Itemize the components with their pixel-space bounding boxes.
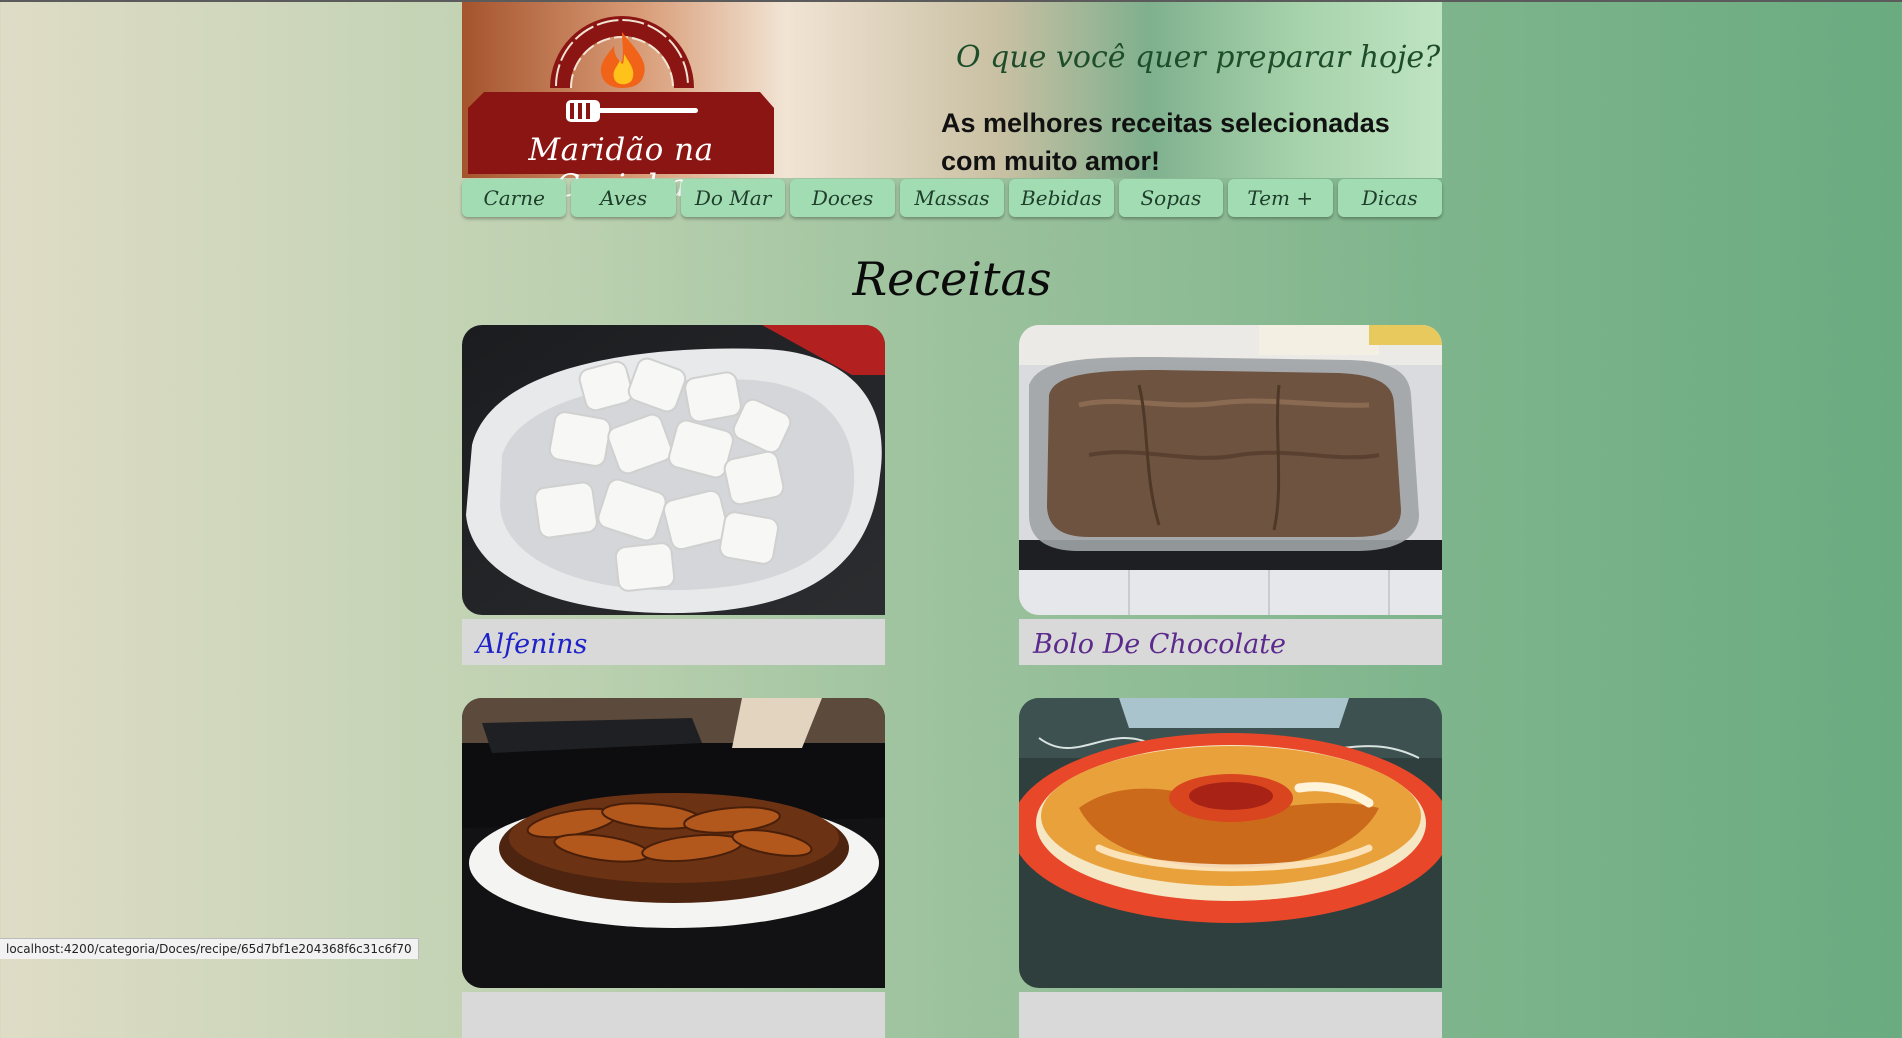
recipe-title-4[interactable]: [1019, 992, 1442, 1038]
recipe-card-bolo-de-chocolate[interactable]: Bolo De Chocolate: [1019, 325, 1442, 665]
recipe-image-3: [462, 698, 885, 988]
nav-button-doces[interactable]: Doces: [790, 179, 895, 217]
nav-button-massas[interactable]: Massas: [899, 179, 1005, 217]
subtitle: As melhores receitas selecionadas com mu…: [941, 108, 1390, 176]
nav-button-carne[interactable]: Carne: [462, 179, 567, 217]
category-nav: Carne Aves Do Mar Doces Massas Bebidas S…: [462, 179, 1442, 219]
recipe-image-alfenins: [462, 325, 885, 615]
nav-button-aves[interactable]: Aves: [571, 179, 676, 217]
tagline: O que você quer preparar hoje?: [956, 40, 1441, 75]
recipe-title-bolo-de-chocolate[interactable]: Bolo De Chocolate: [1019, 619, 1442, 665]
recipe-card-3[interactable]: [462, 698, 885, 1038]
recipe-title-alfenins[interactable]: Alfenins: [462, 619, 885, 665]
nav-button-bebidas[interactable]: Bebidas: [1009, 179, 1114, 217]
status-bar-url: localhost:4200/categoria/Doces/recipe/65…: [0, 938, 419, 959]
recipe-image-4: [1011, 698, 1451, 988]
nav-button-tem-mais[interactable]: Tem +: [1228, 179, 1333, 217]
recipe-card-alfenins[interactable]: Alfenins: [462, 325, 885, 665]
recipe-image-bolo-de-chocolate: [1019, 325, 1442, 615]
nav-button-sopas[interactable]: Sopas: [1118, 179, 1224, 217]
nav-button-dicas[interactable]: Dicas: [1337, 179, 1442, 217]
nav-button-do-mar[interactable]: Do Mar: [680, 179, 786, 217]
section-title: Receitas: [852, 252, 1052, 306]
site-header: Maridão na Cozinha O que você quer prepa…: [462, 2, 1442, 204]
page-container: Maridão na Cozinha O que você quer prepa…: [462, 2, 1451, 1038]
recipe-title-3[interactable]: [462, 992, 885, 1038]
recipe-card-4[interactable]: [1011, 698, 1451, 1038]
